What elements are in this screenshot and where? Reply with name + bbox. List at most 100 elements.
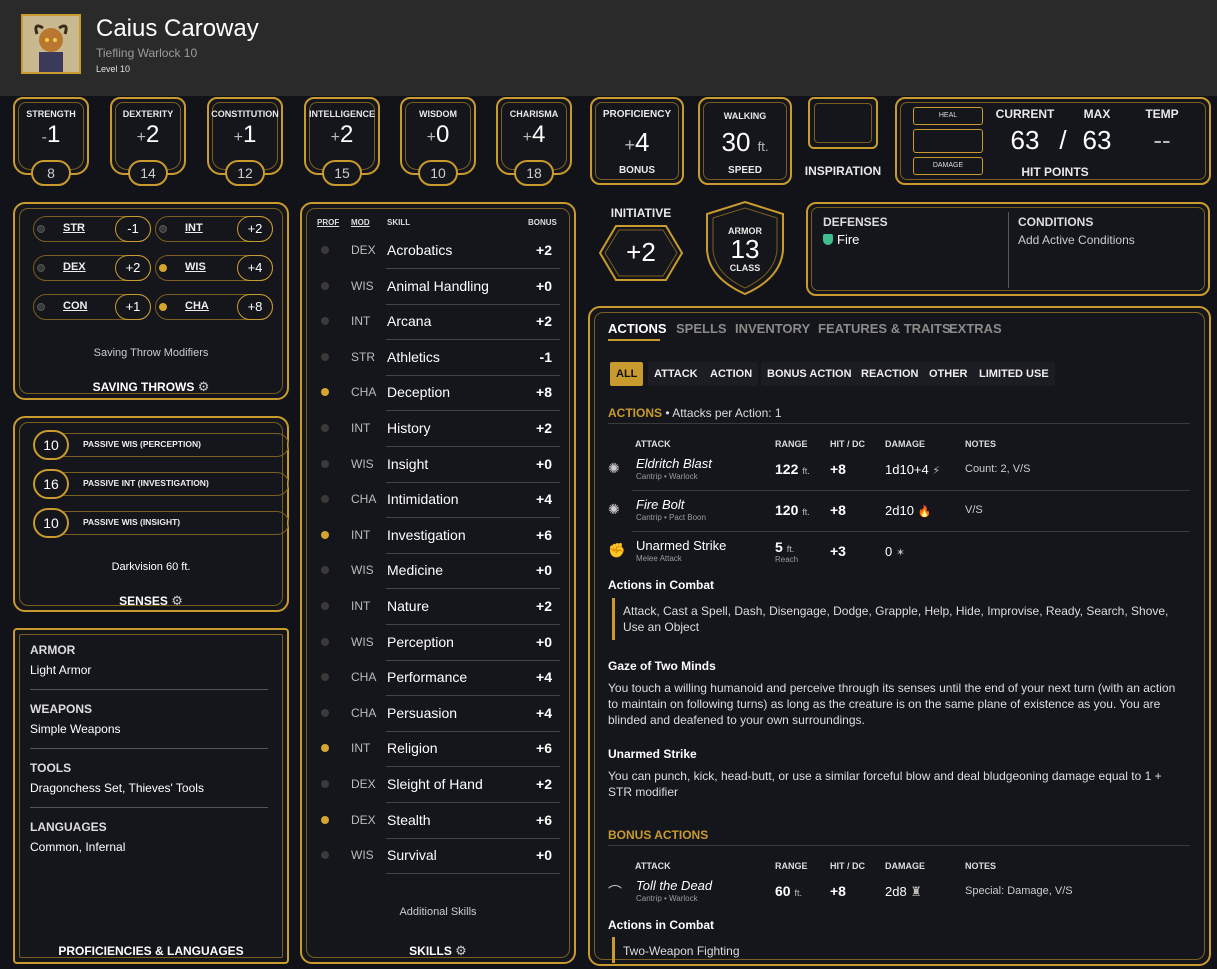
skill-row[interactable]: WIS Perception +0 — [316, 625, 560, 661]
inspiration-toggle[interactable] — [808, 97, 878, 149]
save-abbr[interactable]: CON — [63, 300, 87, 312]
skill-bonus[interactable]: +2 — [536, 313, 552, 329]
saving-throw-dex[interactable]: DEX +2 — [33, 255, 151, 281]
save-abbr[interactable]: STR — [63, 222, 85, 234]
skill-row[interactable]: WIS Animal Handling +0 — [316, 269, 560, 305]
skill-name[interactable]: Athletics — [387, 349, 440, 365]
skill-bonus[interactable]: +0 — [536, 847, 552, 863]
skill-bonus[interactable]: +4 — [536, 705, 552, 721]
skill-row[interactable]: CHA Persuasion +4 — [316, 696, 560, 732]
skill-name[interactable]: Arcana — [387, 313, 431, 329]
saving-throw-int[interactable]: INT +2 — [155, 216, 273, 242]
damage-button[interactable]: DAMAGE — [913, 157, 983, 175]
skill-row[interactable]: INT Religion +6 — [316, 731, 560, 768]
skill-name[interactable]: Intimidation — [387, 491, 459, 507]
gear-icon[interactable]: ⚙ — [171, 593, 183, 609]
save-abbr[interactable]: CHA — [185, 300, 209, 312]
filter-all[interactable]: ALL — [610, 362, 644, 386]
heal-button[interactable]: HEAL — [913, 107, 983, 125]
attack-hit[interactable]: +3 — [830, 543, 846, 559]
skill-name[interactable]: Survival — [387, 847, 437, 863]
filter-attack[interactable]: ATTACK — [648, 362, 704, 386]
ability-intelligence[interactable]: INTELLIGENCE +2 15 — [302, 97, 382, 187]
skill-name[interactable]: Religion — [387, 740, 438, 756]
attack-row[interactable]: ✺ Fire Bolt Cantrip • Pact Boon 120 ft. +8 2d… — [604, 493, 1190, 532]
gear-icon[interactable]: ⚙ — [455, 943, 467, 959]
skill-bonus[interactable]: +8 — [536, 384, 552, 400]
filter-limited-use[interactable]: LIMITED USE — [973, 362, 1055, 386]
saving-throws-title[interactable]: SAVING THROWS ⚙ — [13, 379, 289, 395]
attack-hit[interactable]: +8 — [830, 461, 846, 477]
toll-icon[interactable]: ⌒ — [608, 882, 622, 902]
skill-name[interactable]: Investigation — [387, 527, 466, 543]
skill-bonus[interactable]: +2 — [536, 598, 552, 614]
defense-fire[interactable]: Fire — [823, 232, 859, 247]
attack-name[interactable]: Fire Bolt — [636, 497, 684, 512]
senses-title[interactable]: SENSES ⚙ — [13, 593, 289, 609]
ability-strength[interactable]: STRENGTH -1 8 — [11, 97, 91, 187]
additional-skills-link[interactable]: Additional Skills — [300, 906, 576, 918]
skill-name[interactable]: Insight — [387, 456, 428, 472]
ability-dexterity[interactable]: DEXTERITY +2 14 — [108, 97, 188, 187]
skill-name[interactable]: Persuasion — [387, 705, 457, 721]
skill-name[interactable]: Performance — [387, 669, 467, 685]
filter-action[interactable]: ACTION — [704, 362, 759, 386]
tab-features-traits[interactable]: FEATURES & TRAITS — [818, 321, 951, 336]
skill-name[interactable]: Nature — [387, 598, 429, 614]
saving-throw-wis[interactable]: WIS +4 — [155, 255, 273, 281]
skill-bonus[interactable]: +0 — [536, 562, 552, 578]
attack-damage[interactable]: 0 ✶ — [885, 544, 905, 559]
skill-row[interactable]: WIS Insight +0 — [316, 447, 560, 483]
bonus-attack-damage[interactable]: 2d8 ♜ — [885, 884, 922, 900]
saving-throw-con[interactable]: CON +1 — [33, 294, 151, 320]
attack-row[interactable]: ✊ Unarmed Strike Melee Attack 5 ft. Reach +3 0… — [604, 534, 1190, 572]
saving-throw-cha[interactable]: CHA +8 — [155, 294, 273, 320]
bonus-attack-hit[interactable]: +8 — [830, 883, 846, 899]
skill-row[interactable]: STR Athletics -1 — [316, 340, 560, 376]
skill-bonus[interactable]: +2 — [536, 242, 552, 258]
filter-bonus-action[interactable]: BONUS ACTION — [761, 362, 858, 386]
add-conditions-link[interactable]: Add Active Conditions — [1018, 233, 1135, 247]
hp-amount-input[interactable] — [913, 129, 983, 153]
character-avatar[interactable] — [21, 14, 81, 74]
skill-bonus[interactable]: +2 — [536, 420, 552, 436]
skill-row[interactable]: DEX Stealth +6 — [316, 803, 560, 839]
skill-row[interactable]: DEX Acrobatics +2 — [316, 233, 560, 269]
skill-bonus[interactable]: +0 — [536, 456, 552, 472]
skill-row[interactable]: WIS Medicine +0 — [316, 553, 560, 590]
skill-bonus[interactable]: -1 — [540, 349, 552, 365]
attack-damage[interactable]: 1d10+4 ⚡ — [885, 462, 940, 477]
save-value[interactable]: +2 — [115, 255, 151, 281]
tab-actions[interactable]: ACTIONS — [608, 321, 667, 336]
skill-name[interactable]: Sleight of Hand — [387, 776, 483, 792]
save-abbr[interactable]: WIS — [185, 261, 206, 273]
gear-icon[interactable]: ⚙ — [198, 379, 210, 395]
skill-bonus[interactable]: +0 — [536, 278, 552, 294]
skill-row[interactable]: INT Investigation +6 — [316, 518, 560, 554]
tab-inventory[interactable]: INVENTORY — [735, 321, 810, 336]
hp-current-value[interactable]: 63 — [993, 125, 1057, 156]
skill-row[interactable]: DEX Sleight of Hand +2 — [316, 767, 560, 803]
skill-row[interactable]: CHA Deception +8 — [316, 375, 560, 412]
initiative-value[interactable]: +2 — [598, 237, 684, 268]
tab-spells[interactable]: SPELLS — [676, 321, 727, 336]
hp-temp-value[interactable]: -- — [1137, 125, 1187, 156]
attack-name[interactable]: Unarmed Strike — [636, 538, 726, 553]
skill-bonus[interactable]: +4 — [536, 491, 552, 507]
skill-name[interactable]: Acrobatics — [387, 242, 452, 258]
skill-name[interactable]: Medicine — [387, 562, 443, 578]
saving-throw-str[interactable]: STR -1 — [33, 216, 151, 242]
attack-type-icon[interactable]: ✺ — [608, 501, 620, 518]
ability-constitution[interactable]: CONSTITUTION +1 12 — [205, 97, 285, 187]
filter-other[interactable]: OTHER — [923, 362, 974, 386]
skill-bonus[interactable]: +6 — [536, 740, 552, 756]
skill-row[interactable]: INT Arcana +2 — [316, 304, 560, 341]
save-value[interactable]: +8 — [237, 294, 273, 320]
save-value[interactable]: +2 — [237, 216, 273, 242]
skill-bonus[interactable]: +2 — [536, 776, 552, 792]
attack-type-icon[interactable]: ✊ — [608, 542, 625, 559]
skill-bonus[interactable]: +6 — [536, 527, 552, 543]
bonus-attack-row[interactable]: ⌒ Toll the Dead Cantrip • Warlock 60 ft.… — [604, 874, 1190, 908]
save-abbr[interactable]: INT — [185, 222, 203, 234]
bonus-attack-name[interactable]: Toll the Dead — [636, 878, 712, 893]
